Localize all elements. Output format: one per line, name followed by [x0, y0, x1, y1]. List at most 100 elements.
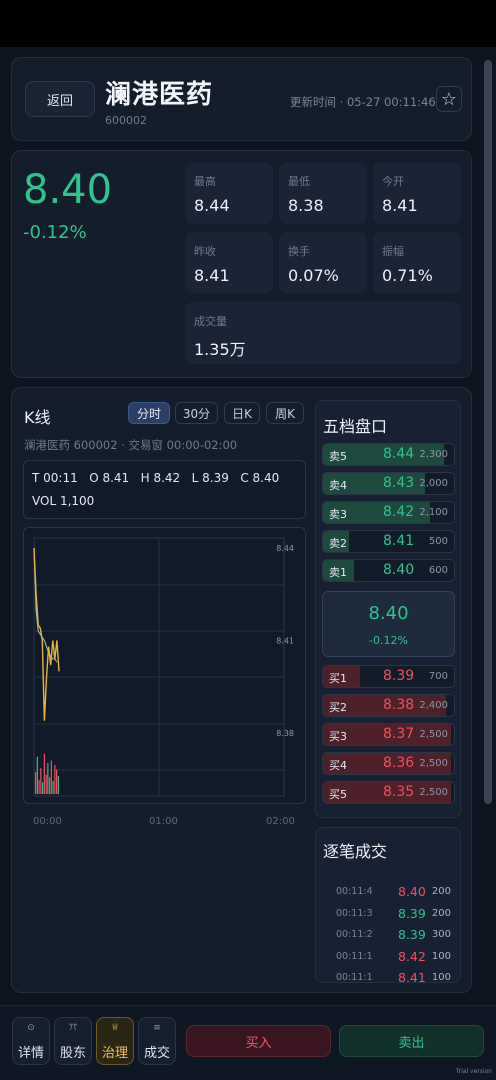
level-price: 8.42	[383, 504, 415, 520]
volume-bar	[43, 754, 45, 794]
trade-volume: 200	[431, 886, 451, 897]
bid-row[interactable]: 买3 8.37 2,500	[322, 723, 455, 746]
level-label: 买5	[329, 788, 347, 801]
bid-row[interactable]: 买1 8.39 700	[322, 665, 455, 688]
level-volume: 700	[428, 671, 448, 682]
ohlc-time: T 00:11	[32, 471, 78, 485]
stat-tile-open: 今开 8.41	[373, 162, 461, 224]
ohlc-volume: VOL 1,100	[32, 494, 95, 508]
favorite-button[interactable]: ☆	[436, 86, 462, 112]
update-label: 更新时间	[290, 95, 336, 109]
trade-volume: 100	[431, 972, 451, 983]
level-price: 8.43	[383, 475, 415, 491]
ask-row[interactable]: 卖5 8.44 2,300	[322, 443, 455, 466]
trade-row: 00:11:16 8.41 100	[316, 968, 460, 983]
stat-tile-high: 最高 8.44	[185, 162, 273, 224]
tab-daily[interactable]: 日K	[224, 402, 260, 424]
users-icon: ꔫ	[68, 1023, 78, 1033]
stat-value: 8.44	[194, 196, 230, 215]
bid-row[interactable]: 买5 8.35 2,500	[322, 781, 455, 804]
ohlc-panel: T 00:11 O 8.41 H 8.42 L 8.39 C 8.40 VOL …	[23, 460, 306, 519]
stat-tile-low: 最低 8.38	[279, 162, 367, 224]
volume-bar	[57, 775, 59, 794]
level-volume: 2,100	[419, 507, 448, 518]
level-label: 卖1	[329, 566, 347, 579]
level-label: 买4	[329, 759, 347, 772]
level-volume: 2,000	[419, 478, 448, 489]
level-price: 8.41	[383, 533, 415, 549]
nav-label: 股东	[59, 1046, 86, 1061]
y-tick-label: 8.38	[276, 729, 294, 738]
back-button[interactable]: 返回	[25, 81, 95, 117]
level-label: 买1	[329, 672, 347, 685]
ask-row[interactable]: 卖4 8.43 2,000	[322, 472, 455, 495]
trade-row: 00:11:37 8.39 200	[316, 904, 460, 924]
stat-value: 8.38	[288, 196, 324, 215]
trade-row: 00:11:16 8.42 100	[316, 947, 460, 967]
x-tick-label: 00:00	[33, 816, 62, 827]
nav-governance[interactable]: ♕ 治理	[96, 1017, 134, 1065]
nav-label: 治理	[101, 1046, 128, 1061]
volume-bar	[45, 774, 47, 794]
kline-title: K线	[24, 408, 51, 427]
level-volume: 2,300	[419, 449, 448, 460]
price-line	[33, 547, 60, 721]
tab-weekly[interactable]: 周K	[266, 402, 304, 424]
bid-row[interactable]: 买2 8.38 2,400	[322, 694, 455, 717]
ask-row[interactable]: 卖2 8.41 500	[322, 530, 455, 553]
level-price: 8.35	[383, 784, 415, 800]
order-book-mid: 8.40 -0.12%	[322, 591, 455, 657]
volume-bar	[52, 781, 54, 794]
update-time: 更新时间 · 05-27 00:11:46	[290, 94, 436, 110]
page-scrollbar[interactable]	[484, 60, 492, 804]
ask-row[interactable]: 卖1 8.40 600	[322, 559, 455, 582]
crown-icon: ♕	[110, 1023, 120, 1033]
y-tick-label: 8.41	[276, 637, 294, 646]
trade-time: 00:11:47	[336, 886, 372, 897]
x-tick-label: 02:00	[266, 816, 295, 827]
x-tick-label: 01:00	[149, 816, 178, 827]
buy-button[interactable]: 买入	[186, 1025, 331, 1057]
trade-row: 00:11:26 8.39 300	[316, 925, 460, 945]
stock-name: 澜港医药	[105, 80, 214, 110]
tab-intraday[interactable]: 分时	[128, 402, 170, 424]
level-label: 卖2	[329, 537, 347, 550]
order-book-title: 五档盘口	[323, 417, 388, 436]
intraday-chart[interactable]: 8.44 8.41 8.38	[23, 527, 306, 804]
stat-value: 0.71%	[382, 266, 433, 285]
ohlc-high: H 8.42	[140, 471, 181, 485]
nav-shareholders[interactable]: ꔫ 股东	[54, 1017, 92, 1065]
kline-subtitle-name: 澜港医药 600002	[24, 438, 118, 452]
trade-price: 8.41	[398, 970, 426, 983]
trade-time: 00:11:26	[336, 929, 372, 940]
info-icon: ⊙	[27, 1023, 35, 1033]
volume-bar	[56, 769, 58, 794]
trial-badge: Trial version	[455, 1068, 492, 1075]
ask-row[interactable]: 卖3 8.42 2,100	[322, 501, 455, 524]
stat-tile-amplitude: 振幅 0.71%	[373, 232, 461, 294]
volume-bar	[36, 756, 38, 794]
dot-separator: ·	[121, 438, 129, 452]
mid-price: 8.40	[368, 603, 409, 624]
volume-bar	[50, 760, 52, 794]
stat-label: 昨收	[194, 245, 216, 258]
kline-subtitle: 澜港医药 600002 · 交易窗 00:00-02:00	[24, 437, 237, 453]
kline-subtitle-window: 交易窗 00:00-02:00	[128, 438, 238, 452]
nav-details[interactable]: ⊙ 详情	[12, 1017, 50, 1065]
nav-label: 成交	[143, 1046, 170, 1061]
level-price: 8.44	[383, 446, 415, 462]
volume-bar	[54, 764, 56, 794]
stat-tile-turnover: 换手 0.07%	[279, 232, 367, 294]
trade-price: 8.42	[398, 948, 426, 964]
level-volume: 600	[428, 565, 448, 576]
nav-trades[interactable]: ≡ 成交	[138, 1017, 176, 1065]
tab-30min[interactable]: 30分	[175, 402, 218, 424]
volume-bar	[42, 782, 44, 794]
level-price: 8.38	[383, 697, 415, 713]
bid-row[interactable]: 买4 8.36 2,500	[322, 752, 455, 775]
y-tick-label: 8.44	[276, 544, 294, 553]
volume-bar	[35, 772, 37, 794]
volume-bar	[47, 763, 49, 794]
sell-button[interactable]: 卖出	[339, 1025, 484, 1057]
level-volume: 500	[428, 536, 448, 547]
